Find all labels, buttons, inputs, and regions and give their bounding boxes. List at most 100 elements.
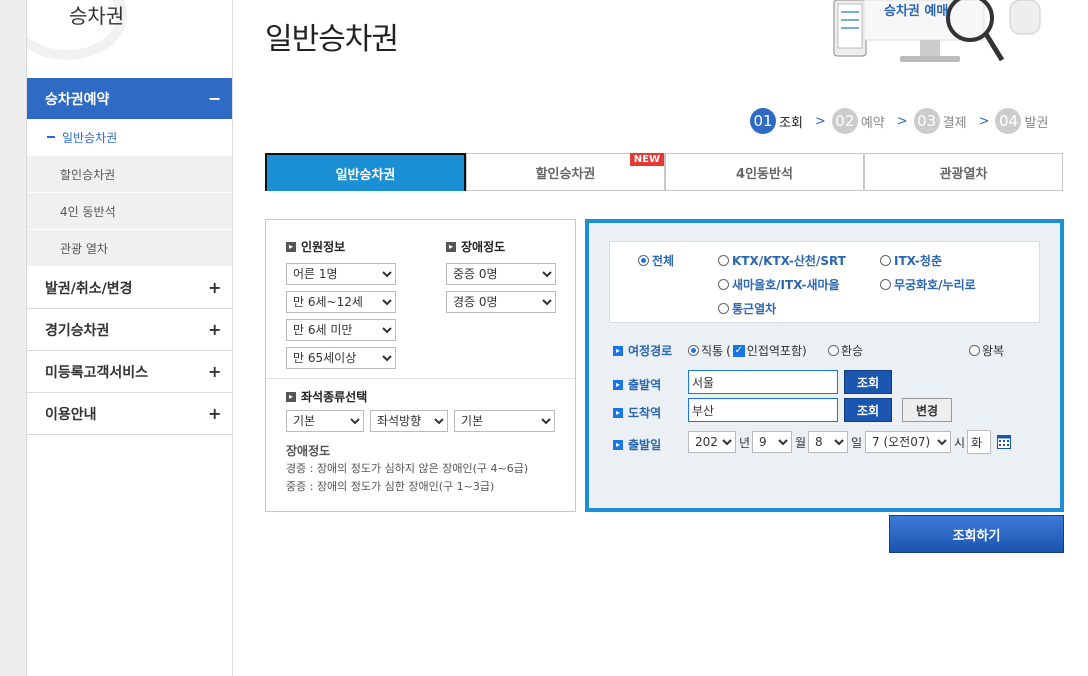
sidebar-section-ticket-reservation[interactable]: 승차권예약 − — [27, 78, 232, 119]
radio-circle-icon — [828, 345, 839, 356]
radio-label: 통근열차 — [732, 302, 777, 316]
route-direct-radio[interactable]: 직통(✓ 인접역포함) — [688, 342, 807, 359]
sidebar-sub-label: 할인승차권 — [60, 167, 116, 182]
tab-general[interactable]: 일반승차권 — [265, 153, 466, 191]
new-badge: NEW — [629, 153, 664, 166]
year-select[interactable]: 2020 — [688, 431, 736, 453]
check-icon[interactable]: ✓ — [732, 344, 745, 357]
sidebar-item-guest-service[interactable]: 미등록고객서비스 + — [27, 351, 232, 393]
radio-circle-icon — [688, 345, 699, 356]
expand-icon: + — [208, 362, 222, 381]
tab-four-seat[interactable]: 4인동반석 — [665, 153, 864, 191]
label-text: 인원정보 — [301, 240, 346, 254]
radio-circle-icon — [718, 303, 729, 314]
hour-select[interactable]: 7 (오전07) — [865, 431, 951, 453]
section-divider — [266, 378, 575, 379]
month-unit: 월 — [795, 436, 807, 450]
radio-circle-icon — [718, 279, 729, 290]
chevron-right-icon: > — [896, 113, 908, 129]
active-dash-icon — [47, 136, 55, 138]
adult-count-select[interactable]: 어른 1명 — [286, 263, 396, 285]
train-type-all-radio[interactable]: 전체 — [638, 252, 674, 269]
expand-icon: + — [208, 278, 222, 297]
search-panel: 전체 KTX/KTX-산천/SRT ITX-청춘 새마을호/ITX-새마을 무궁… — [585, 219, 1064, 512]
option-label: 인접역포함 — [746, 344, 802, 358]
chevron-right-icon: > — [814, 113, 826, 129]
seat-class-select[interactable]: 기본 — [286, 410, 364, 432]
severe-disability-select[interactable]: 중증 0명 — [446, 263, 556, 285]
infant-count-select[interactable]: 만 6세 미만 — [286, 319, 396, 341]
calendar-icon[interactable] — [997, 435, 1011, 449]
sidebar-sub-label: 일반승차권 — [62, 130, 118, 145]
passenger-info-label: ▸ 인원정보 — [286, 238, 345, 255]
step-label: 예약 — [860, 115, 885, 131]
tab-tour-train[interactable]: 관광열차 — [864, 153, 1063, 191]
step-search: 01 조회 > — [750, 108, 826, 134]
sidebar-sub-general-ticket[interactable]: 일반승차권 — [27, 119, 232, 156]
collapse-icon[interactable]: − — [208, 89, 232, 108]
seat-direction-select[interactable]: 좌석방향 — [370, 410, 448, 432]
day-select[interactable]: 8 — [808, 431, 848, 453]
sidebar: 승차권 승차권예약 − 일반승차권 할인승차권 4인 동반석 관광 열차 발권/… — [27, 0, 233, 676]
passenger-panel: ▸ 인원정보 ▸ 장애정도 어른 1명 만 6세~12세 만 6세 미만 만 65세… — [265, 219, 576, 512]
swap-stations-button[interactable]: 변경 — [902, 398, 952, 422]
bullet-arrow-icon: ▸ — [286, 391, 296, 402]
label-text: 좌석종류선택 — [301, 390, 368, 404]
seat-position-select[interactable]: 기본 — [454, 410, 555, 432]
sidebar-item-label: 이용안내 — [45, 406, 97, 423]
sidebar-logo: 승차권 — [69, 4, 125, 28]
radio-circle-icon — [718, 255, 729, 266]
option-label: 왕복 — [982, 344, 1005, 358]
train-type-itx-radio[interactable]: ITX-청춘 — [880, 252, 942, 269]
label-text: 장애정도 — [461, 240, 506, 254]
day-unit: 일 — [851, 436, 863, 450]
ticket-tabs: 일반승차권 할인승차권 NEW 4인동반석 관광열차 — [265, 153, 1063, 191]
radio-circle-icon — [969, 345, 980, 356]
radio-label: KTX/KTX-산천/SRT — [732, 254, 846, 268]
monitor-magnifier-icon — [833, 0, 1041, 62]
step-payment: 03 결제 > — [913, 108, 990, 134]
search-trains-button[interactable]: 조회하기 — [889, 515, 1064, 553]
child-count-select[interactable]: 만 6세~12세 — [286, 291, 396, 313]
seat-type-label: ▸ 좌석종류선택 — [286, 388, 367, 405]
route-transfer-radio[interactable]: 환승 — [828, 342, 863, 359]
sidebar-sub-discount-ticket[interactable]: 할인승차권 — [27, 156, 232, 193]
sidebar-sub-four-seat[interactable]: 4인 동반석 — [27, 193, 232, 230]
train-type-mugunghwa-radio[interactable]: 무궁화호/누리로 — [880, 276, 976, 293]
sidebar-item-label: 발권/취소/변경 — [45, 280, 133, 297]
bullet-arrow-icon: ▸ — [613, 407, 623, 418]
label-text: 도착역 — [628, 406, 662, 420]
sidebar-sub-label: 4인 동반석 — [60, 204, 116, 219]
radio-circle-icon — [638, 255, 649, 266]
step-reserve: 02 예약 > — [831, 108, 908, 134]
bullet-arrow-icon: ▸ — [613, 439, 623, 450]
route-roundtrip-radio[interactable]: 왕복 — [969, 342, 1004, 359]
departure-station-input[interactable]: 서울 — [688, 370, 838, 394]
hour-unit: 시 — [954, 436, 966, 450]
train-type-ktx-radio[interactable]: KTX/KTX-산천/SRT — [718, 252, 846, 269]
month-select[interactable]: 9 — [752, 431, 792, 453]
train-type-saemaeul-radio[interactable]: 새마을호/ITX-새마을 — [718, 276, 840, 293]
step-label: 조회 — [779, 115, 803, 131]
sidebar-item-issue-cancel[interactable]: 발권/취소/변경 + — [27, 267, 232, 309]
paren-close: ) — [801, 343, 807, 358]
sidebar-item-guide[interactable]: 이용안내 + — [27, 393, 232, 435]
arrival-station-input[interactable]: 부산 — [688, 398, 838, 422]
train-type-commuter-radio[interactable]: 통근열차 — [718, 300, 776, 317]
reservation-steps: 01 조회 > 02 예약 > 03 결제 > 04 발권 — [750, 108, 1054, 134]
option-label: 직통 — [701, 344, 724, 358]
sidebar-item-game-ticket[interactable]: 경기승차권 + — [27, 309, 232, 351]
bullet-arrow-icon: ▸ — [613, 379, 623, 390]
paren-open: ( — [726, 343, 731, 358]
chevron-right-icon: > — [978, 113, 990, 129]
option-label: 환승 — [841, 344, 864, 358]
tab-discount[interactable]: 할인승차권 NEW — [466, 153, 665, 191]
sidebar-sub-tour-train[interactable]: 관광 열차 — [27, 230, 232, 267]
senior-count-select[interactable]: 만 65세이상 — [286, 347, 396, 369]
mild-disability-select[interactable]: 경증 0명 — [446, 291, 556, 313]
route-label: ▸ 여정경로 — [613, 342, 672, 359]
step-number: 02 — [831, 108, 858, 134]
page-title: 일반승차권 — [265, 22, 399, 57]
arrival-search-button[interactable]: 조회 — [844, 398, 892, 422]
departure-search-button[interactable]: 조회 — [844, 370, 892, 394]
